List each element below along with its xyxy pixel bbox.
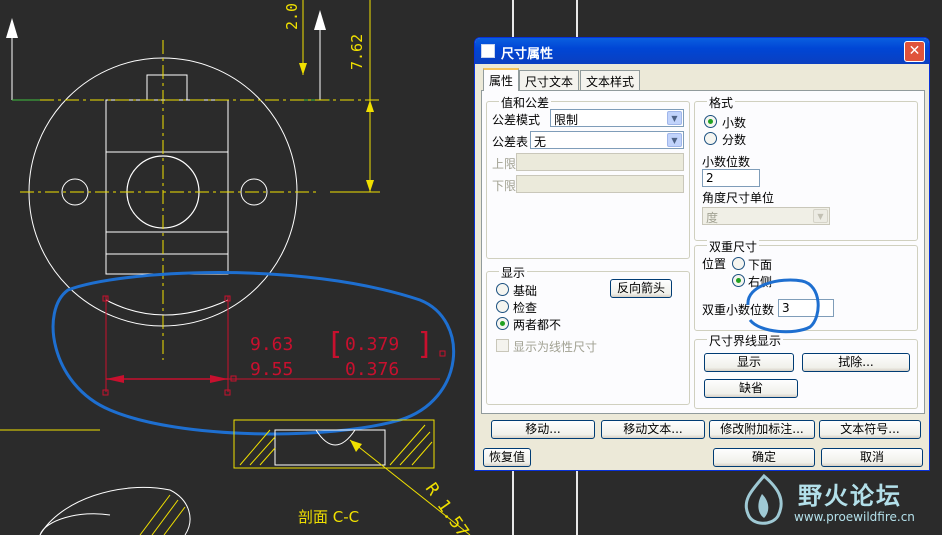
flame-logo-icon [744,473,783,525]
decimal-places-field[interactable]: 2 [702,169,760,187]
section-label: 剖面 C-C [298,508,359,526]
watermark-title: 野火论坛 [798,482,902,510]
properties-panel: 值和公差 公差模式 限制 ▼ 公差表 无 ▼ 上限 下限 格式 小数 分数 小数… [481,90,925,414]
dim-lower-1: 9.55 [250,359,293,380]
neither-label: 两者都不 [513,318,562,332]
erase-button[interactable]: 拭除... [802,353,910,372]
witness-line-group: 尺寸界线显示 [694,332,918,409]
dim-lower-2: 0.376 [345,359,399,380]
show-button[interactable]: 显示 [704,353,794,372]
position-label: 位置 [702,257,727,271]
chevron-down-icon: ▼ [667,111,682,125]
lower-limit-label: 下限 [492,179,517,193]
tolerance-mode-value: 限制 [554,113,579,127]
watermark: 野火论坛 www.proewildfire.cn [734,470,942,535]
tab-properties[interactable]: 属性 [483,68,520,91]
tolerance-table-value: 无 [534,135,547,149]
dim-upper-2: 0.379 [345,334,399,355]
annotation-highlight [746,278,820,334]
tolerance-mode-label: 公差模式 [492,113,541,127]
basic-radio[interactable] [496,283,509,296]
angle-unit-select[interactable]: 度 ▼ [702,207,830,225]
linear-checkbox-label: 显示为线性尺寸 [513,340,598,354]
upper-limit-label: 上限 [492,157,517,171]
angle-unit-value: 度 [706,211,719,225]
linear-checkbox[interactable] [496,339,509,352]
fraction-label: 分数 [722,133,747,147]
values-tolerance-legend: 值和公差 [499,94,552,111]
dim-upper-1: 9.63 [250,334,293,355]
dialog-titlebar[interactable]: 尺寸属性 ✕ [475,38,929,64]
edit-notes-button[interactable]: 修改附加标注... [709,420,815,439]
display-legend: 显示 [499,264,528,281]
dual-dimension-legend: 双重尺寸 [707,238,760,255]
dialog-title: 尺寸属性 [501,47,554,62]
cancel-button[interactable]: 取消 [821,448,923,467]
tolerance-mode-select[interactable]: 限制 ▼ [550,109,684,127]
window-icon [481,44,495,58]
basic-label: 基础 [513,284,538,298]
decimal-label: 小数 [722,116,747,130]
tab-text-style[interactable]: 文本样式 [580,70,641,90]
below-label: 下面 [748,258,773,272]
default-button[interactable]: 缺省 [704,379,798,398]
watermark-url: www.proewildfire.cn [794,510,915,524]
below-radio[interactable] [732,257,745,270]
text-symbol-button[interactable]: 文本符号... [819,420,921,439]
fraction-radio[interactable] [704,132,717,145]
upper-limit-field[interactable] [516,153,684,171]
restore-button[interactable]: 恢复值 [483,448,531,467]
decimal-places-label: 小数位数 [702,155,751,169]
tab-dimension-text[interactable]: 尺寸文本 [519,70,580,90]
dim-vertical-1: 2.0 [283,3,301,30]
flip-arrows-button[interactable]: 反向箭头 [610,279,672,298]
move-button[interactable]: 移动... [491,420,595,439]
ok-button[interactable]: 确定 [713,448,815,467]
chevron-down-icon: ▼ [667,133,682,147]
bracket-left: [ [326,327,344,362]
bracket-right: ] [416,327,434,362]
close-icon[interactable]: ✕ [904,41,925,62]
neither-radio[interactable] [496,317,509,330]
lower-limit-field[interactable] [516,175,684,193]
tolerance-table-select[interactable]: 无 ▼ [530,131,684,149]
inspect-radio[interactable] [496,300,509,313]
dim-vertical-2: 7.62 [348,34,366,70]
chevron-down-icon: ▼ [813,209,828,223]
tolerance-table-label: 公差表 [492,135,529,149]
decimal-radio[interactable] [704,115,717,128]
angle-unit-label: 角度尺寸单位 [702,191,775,205]
move-text-button[interactable]: 移动文本... [601,420,705,439]
inspect-label: 检查 [513,301,538,315]
dimension-properties-dialog: 尺寸属性 ✕ 属性 尺寸文本 文本样式 值和公差 公差模式 限制 ▼ 公差表 无… [474,37,930,471]
format-legend: 格式 [707,94,736,111]
